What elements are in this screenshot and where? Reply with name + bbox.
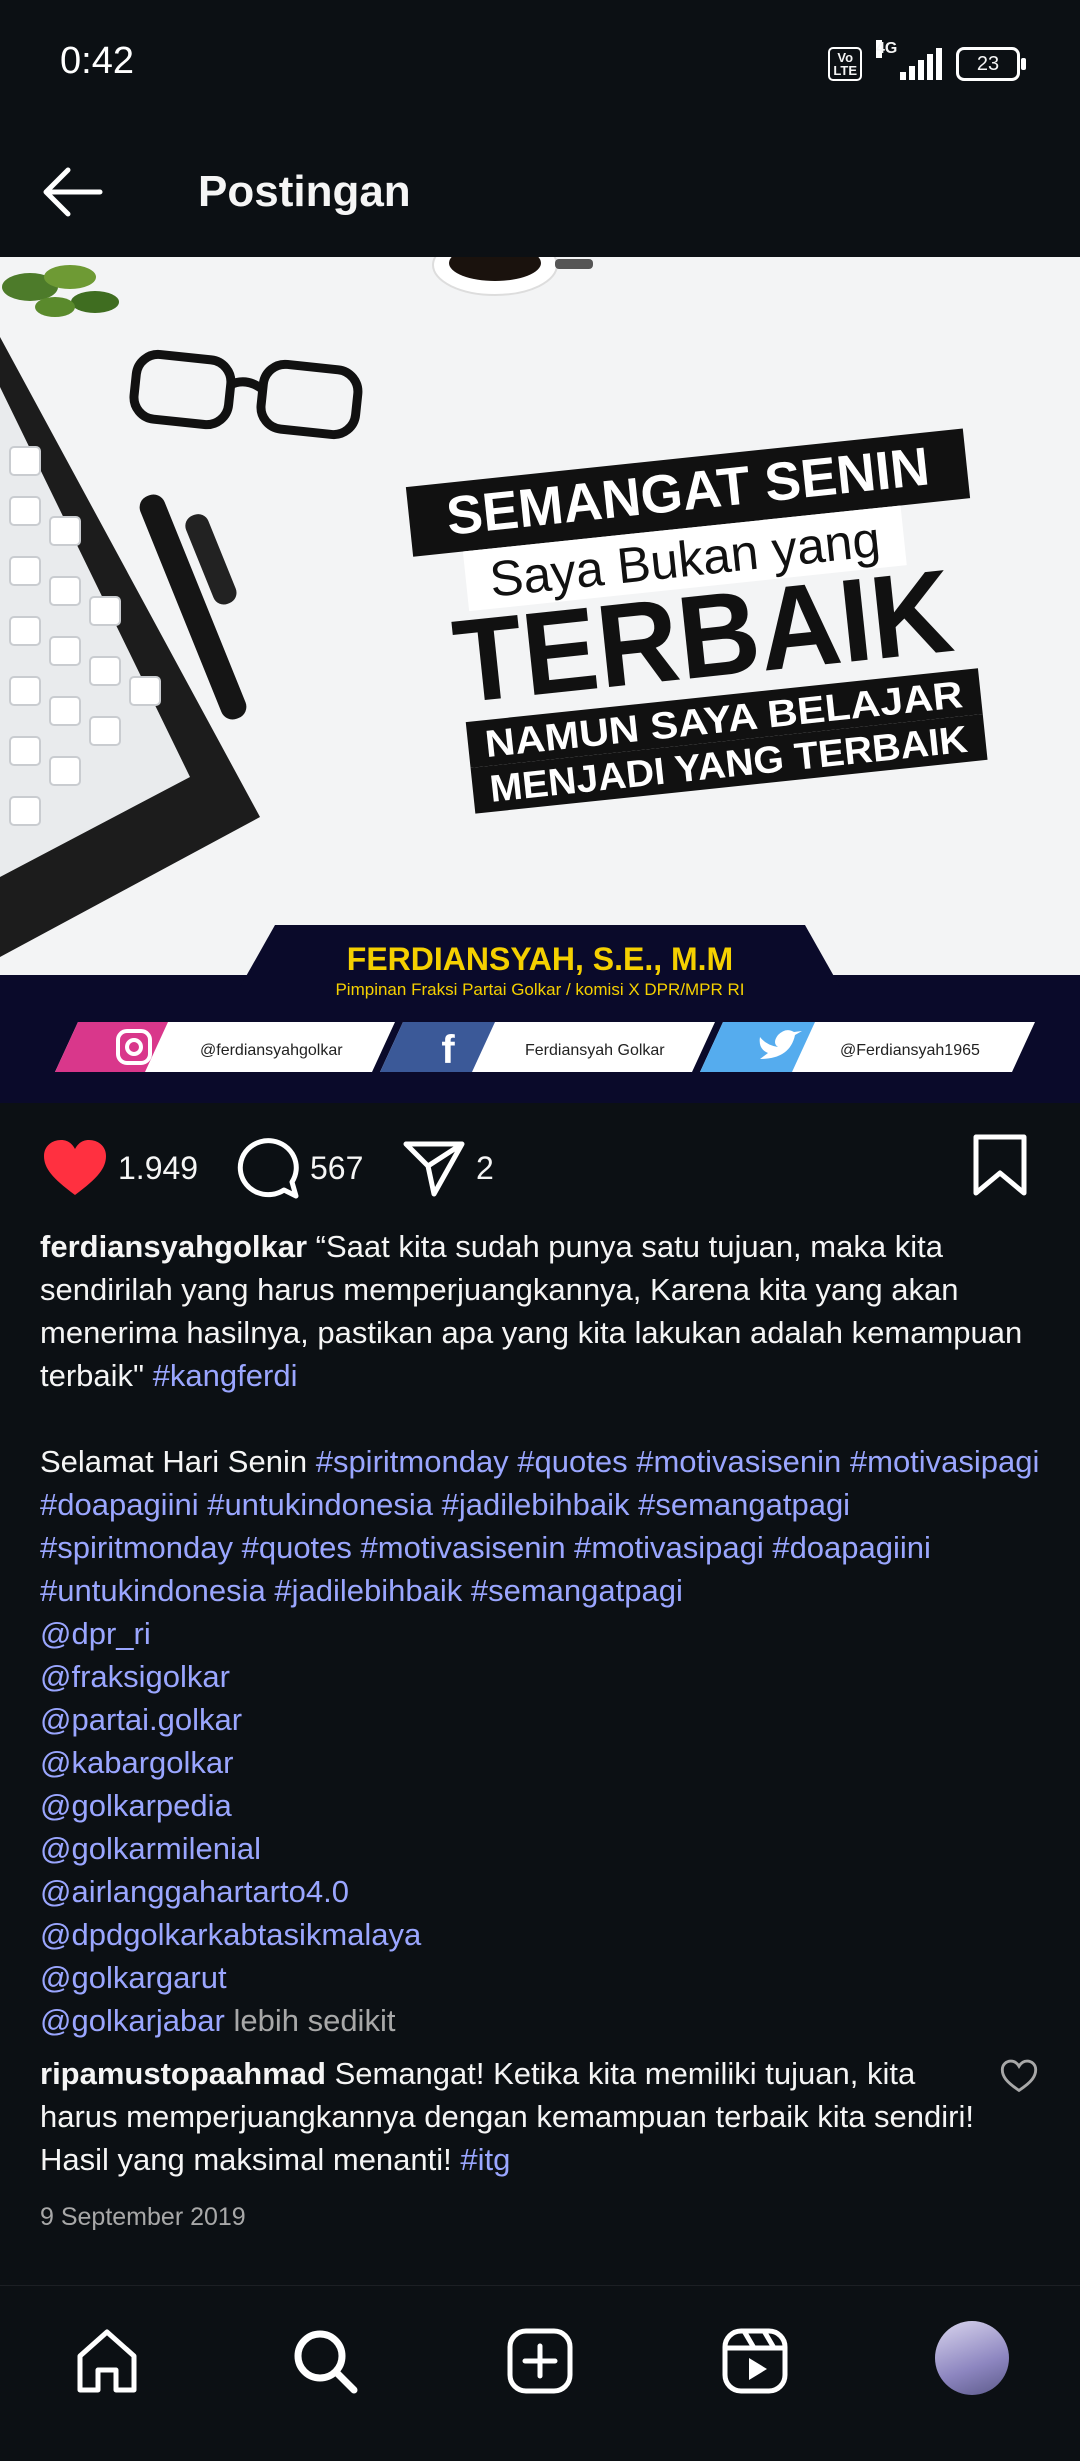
page-title: Postingan <box>198 167 411 216</box>
nav-create[interactable] <box>505 2326 575 2396</box>
author-name: FERDIANSYAH, S.E., M.M <box>347 941 733 977</box>
post-date: 9 September 2019 <box>40 2203 246 2231</box>
instagram-handle: @ferdiansyahgolkar <box>200 1042 343 1059</box>
comment-username[interactable]: ripamustopaahmad <box>40 2056 326 2091</box>
facebook-icon: f <box>441 1028 455 1072</box>
nav-home[interactable] <box>72 2326 142 2396</box>
status-time: 0:42 <box>60 40 134 82</box>
comment-count: 567 <box>310 1149 364 1186</box>
bookmark-icon <box>973 1134 1027 1196</box>
volte-icon: Vo LTE <box>828 47 862 81</box>
comment-like-button[interactable] <box>1000 2058 1038 2094</box>
post-image[interactable]: SEMANGAT SENIN Saya Bukan yang TERBAIK N… <box>0 257 1080 1103</box>
status-bar: 0:42 Vo LTE 4G 23 <box>0 0 1080 130</box>
heart-filled-icon <box>44 1140 106 1195</box>
home-icon <box>77 2329 137 2393</box>
mention-link[interactable]: @golkarpedia <box>40 1784 1040 1827</box>
mention-link[interactable]: @dpdgolkarkabtasikmalaya <box>40 1913 1040 1956</box>
reels-icon <box>722 2328 788 2394</box>
battery-icon: 23 <box>956 47 1026 81</box>
mention-link[interactable]: @airlanggahartarto4.0 <box>40 1870 1040 1913</box>
search-icon <box>294 2330 358 2394</box>
status-icons: Vo LTE 4G 23 <box>828 40 1026 84</box>
network-type: 4G <box>876 40 898 58</box>
like-count: 1.949 <box>118 1149 199 1186</box>
twitter-handle: @Ferdiansyah1965 <box>840 1042 980 1059</box>
mention-link[interactable]: @partai.golkar <box>40 1698 1040 1741</box>
signal-icon: 4G <box>876 40 942 80</box>
share-count: 2 <box>476 1149 494 1186</box>
show-less-link[interactable]: lebih sedikit <box>233 2003 395 2038</box>
caption-greeting: Selamat Hari Senin <box>40 1444 308 1479</box>
profile-avatar[interactable] <box>935 2321 1009 2395</box>
post-caption: ferdiansyahgolkar “Saat kita sudah punya… <box>40 1225 1040 2042</box>
mention-link[interactable]: @fraksigolkar <box>40 1655 1040 1698</box>
add-post-icon <box>507 2328 573 2394</box>
post-actions: 1.949 567 2 <box>0 1103 1080 1233</box>
comment-hashtag[interactable]: #itg <box>460 2142 510 2177</box>
mention-link[interactable]: @dpr_ri <box>40 1612 1040 1655</box>
mention-link[interactable]: @golkarmilenial <box>40 1827 1040 1870</box>
post-banner: SEMANGAT SENIN Saya Bukan yang TERBAIK N… <box>0 257 1080 1103</box>
like-button[interactable]: 1.949 <box>42 1133 198 1203</box>
comment-icon <box>237 1138 299 1199</box>
app-header: Postingan <box>0 130 1080 255</box>
author-role: Pimpinan Fraksi Partai Golkar / komisi X… <box>335 980 744 999</box>
mention-link[interactable]: @golkarjabar <box>40 2003 225 2038</box>
comment-button[interactable]: 567 <box>236 1133 363 1203</box>
nav-reels[interactable] <box>720 2326 790 2396</box>
mention-link[interactable]: @golkargarut <box>40 1956 1040 1999</box>
back-button[interactable] <box>38 160 108 224</box>
bottom-nav <box>0 2285 1080 2461</box>
quote-block: SEMANGAT SENIN Saya Bukan yang TERBAIK N… <box>405 428 988 814</box>
nav-search[interactable] <box>290 2326 360 2396</box>
hashtag-link[interactable]: #kangferdi <box>153 1358 298 1393</box>
mention-link[interactable]: @kabargolkar <box>40 1741 1040 1784</box>
send-icon <box>403 1141 465 1197</box>
facebook-handle: Ferdiansyah Golkar <box>525 1042 665 1059</box>
comment-item: ripamustopaahmad Semangat! Ketika kita m… <box>40 2052 980 2181</box>
share-button[interactable]: 2 <box>402 1133 494 1203</box>
save-button[interactable] <box>970 1133 1030 1197</box>
caption-username[interactable]: ferdiansyahgolkar <box>40 1229 307 1264</box>
heart-outline-icon <box>1000 2059 1038 2093</box>
back-arrow-icon <box>43 167 103 217</box>
